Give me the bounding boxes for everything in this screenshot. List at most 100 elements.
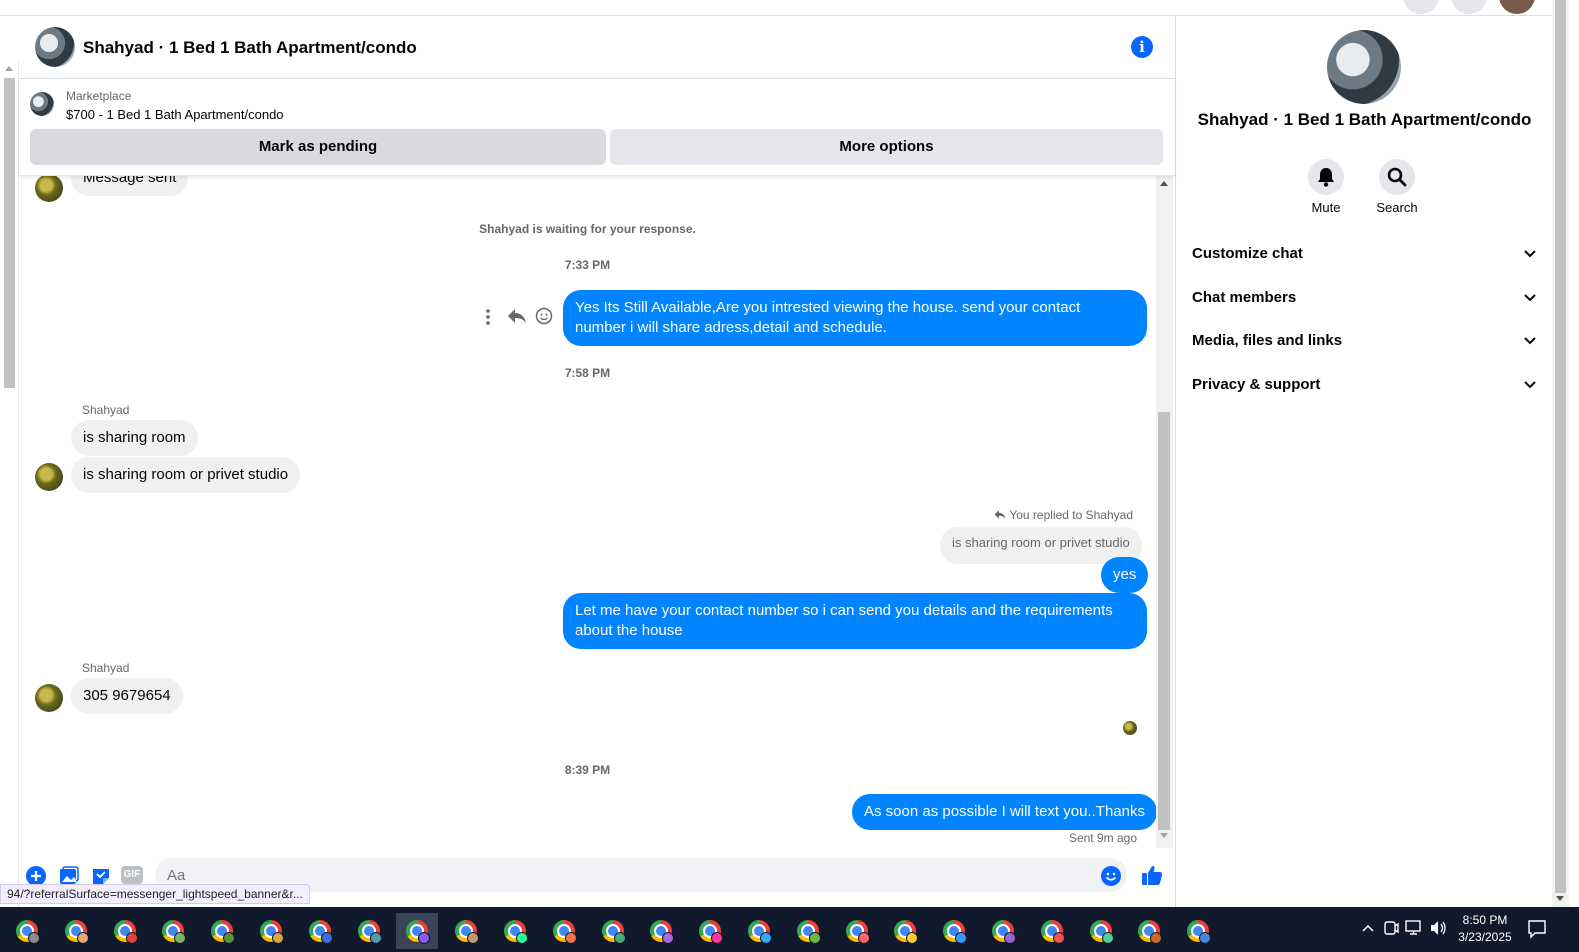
- message-bubble-incoming[interactable]: 305 9679654: [71, 678, 183, 714]
- thumbs-up-icon[interactable]: [1141, 864, 1163, 886]
- listing-thumbnail[interactable]: [30, 92, 54, 116]
- section-label: Chat members: [1192, 289, 1297, 306]
- more-options-button[interactable]: More options: [610, 129, 1163, 165]
- search-icon[interactable]: [1379, 159, 1415, 195]
- status-bar-url: 94/?referralSurface=messenger_lightspeed…: [0, 884, 310, 904]
- volume-icon[interactable]: [1429, 919, 1447, 937]
- meet-now-icon[interactable]: [1383, 919, 1399, 937]
- photo-icon[interactable]: [59, 866, 79, 886]
- taskbar-browser-window[interactable]: [104, 913, 146, 949]
- taskbar-browser-window[interactable]: [1128, 913, 1170, 949]
- notifications-button[interactable]: [1451, 0, 1487, 14]
- taskbar-browser-window[interactable]: [1177, 913, 1219, 949]
- section-chat-members[interactable]: Chat members: [1192, 289, 1537, 313]
- taskbar-browser-window[interactable]: [982, 913, 1024, 949]
- reply-icon: [994, 510, 1006, 519]
- chat-header: Shahyad · 1 Bed 1 Bath Apartment/condo i: [19, 16, 1175, 79]
- page-scrollbar[interactable]: [1552, 0, 1569, 907]
- reply-icon[interactable]: [507, 307, 527, 325]
- taskbar-browser-window[interactable]: [787, 913, 829, 949]
- profile-avatar-button[interactable]: [1499, 0, 1535, 14]
- more-actions-icon[interactable]: [481, 308, 495, 326]
- taskbar-browser-window[interactable]: [1031, 913, 1073, 949]
- taskbar-browser-window[interactable]: [348, 913, 390, 949]
- taskbar-browser-window[interactable]: [299, 913, 341, 949]
- scrollbar-thumb[interactable]: [4, 78, 15, 388]
- message-bubble-outgoing[interactable]: Yes Its Still Available,Are you intreste…: [563, 290, 1147, 346]
- taskbar-browser-window[interactable]: [445, 913, 487, 949]
- contact-avatar[interactable]: [35, 463, 63, 491]
- taskbar-browser-window[interactable]: [689, 913, 731, 949]
- profile-badge-icon: [857, 932, 870, 944]
- taskbar-browser-window[interactable]: [201, 913, 243, 949]
- chevron-up-icon[interactable]: [1361, 923, 1375, 933]
- taskbar-browser-window[interactable]: [933, 913, 975, 949]
- mark-as-pending-button[interactable]: Mark as pending: [30, 129, 606, 165]
- message-list: Message sent Shahyad is waiting for your…: [19, 176, 1156, 848]
- message-text: 305 9679654: [83, 687, 171, 704]
- profile-badge-icon: [906, 932, 919, 944]
- menu-button[interactable]: [1403, 0, 1439, 14]
- section-privacy-support[interactable]: Privacy & support: [1192, 376, 1537, 400]
- taskbar-browser-window[interactable]: [396, 913, 439, 949]
- section-label: Privacy & support: [1192, 376, 1321, 393]
- notifications-icon[interactable]: [1527, 919, 1547, 939]
- listing-title[interactable]: $700 - 1 Bed 1 Bath Apartment/condo: [66, 107, 284, 122]
- conversation-avatar[interactable]: [1327, 30, 1401, 104]
- taskbar-browser-window[interactable]: [6, 913, 48, 949]
- section-media-files-links[interactable]: Media, files and links: [1192, 332, 1537, 356]
- message-bubble-incoming[interactable]: Message sent: [71, 176, 189, 196]
- taskbar-browser-window[interactable]: [884, 913, 926, 949]
- marketplace-label: Marketplace: [66, 89, 132, 103]
- quoted-text: is sharing room or privet studio: [952, 535, 1130, 550]
- emoji-icon[interactable]: [1101, 866, 1121, 886]
- message-bubble-incoming[interactable]: is sharing room: [71, 420, 198, 456]
- message-bubble-incoming[interactable]: is sharing room or privet studio: [71, 457, 301, 493]
- mute-label: Mute: [1311, 200, 1341, 215]
- scroll-down-arrow-icon[interactable]: [1160, 833, 1168, 838]
- chat-scrollbar[interactable]: [1156, 176, 1173, 848]
- taskbar-browser-window[interactable]: [250, 913, 292, 949]
- taskbar-browser-window[interactable]: [152, 913, 194, 949]
- network-icon[interactable]: [1405, 919, 1425, 937]
- taskbar-browser-window[interactable]: [592, 913, 634, 949]
- scroll-down-arrow-icon[interactable]: [1556, 896, 1564, 901]
- sender-name: Shahyad: [82, 403, 130, 417]
- taskbar-clock[interactable]: 8:50 PM 3/23/2025: [1449, 912, 1521, 946]
- taskbar-browser-window[interactable]: [738, 913, 780, 949]
- plus-icon[interactable]: [26, 866, 46, 886]
- info-icon[interactable]: i: [1131, 36, 1153, 58]
- taskbar-browser-window[interactable]: [55, 913, 97, 949]
- scrollbar-thumb[interactable]: [1158, 412, 1170, 830]
- conversation-title: Shahyad · 1 Bed 1 Bath Apartment/condo: [1197, 110, 1532, 129]
- taskbar-browser-window[interactable]: [836, 913, 878, 949]
- react-emoji-icon[interactable]: [535, 307, 553, 325]
- left-scrollbar[interactable]: [0, 62, 19, 907]
- mute-button[interactable]: Mute: [1296, 159, 1356, 215]
- message-bubble-outgoing[interactable]: Let me have your contact number so i can…: [563, 593, 1147, 649]
- sticker-icon[interactable]: [91, 866, 111, 886]
- scroll-up-arrow-icon[interactable]: [5, 66, 13, 71]
- section-customize-chat[interactable]: Customize chat: [1192, 245, 1537, 269]
- taskbar-browser-window[interactable]: [640, 913, 682, 949]
- chat-avatar[interactable]: [35, 27, 75, 67]
- search-button[interactable]: Search: [1367, 159, 1427, 215]
- taskbar-browser-window[interactable]: [494, 913, 536, 949]
- profile-badge-icon: [662, 932, 675, 944]
- taskbar-browser-window[interactable]: [543, 913, 585, 949]
- message-bubble-outgoing[interactable]: yes: [1101, 557, 1149, 593]
- contact-avatar[interactable]: [35, 176, 63, 202]
- bell-icon[interactable]: [1308, 159, 1344, 195]
- contact-avatar[interactable]: [35, 684, 63, 712]
- system-tray: 8:50 PM 3/23/2025: [1357, 907, 1579, 952]
- message-text: Let me have your contact number so i can…: [575, 602, 1113, 639]
- taskbar-browser-window[interactable]: [1080, 913, 1122, 949]
- scroll-up-arrow-icon[interactable]: [1160, 181, 1168, 186]
- reply-context: You replied to Shahyad: [919, 508, 1133, 522]
- chat-title[interactable]: Shahyad · 1 Bed 1 Bath Apartment/condo: [83, 38, 417, 58]
- replied-label: You replied to Shahyad: [1009, 508, 1133, 522]
- gif-icon[interactable]: GIF: [121, 866, 143, 884]
- scrollbar-thumb[interactable]: [1555, 0, 1566, 893]
- message-bubble-outgoing[interactable]: As soon as possible I will text you..Tha…: [852, 794, 1156, 830]
- profile-badge-icon: [223, 932, 236, 944]
